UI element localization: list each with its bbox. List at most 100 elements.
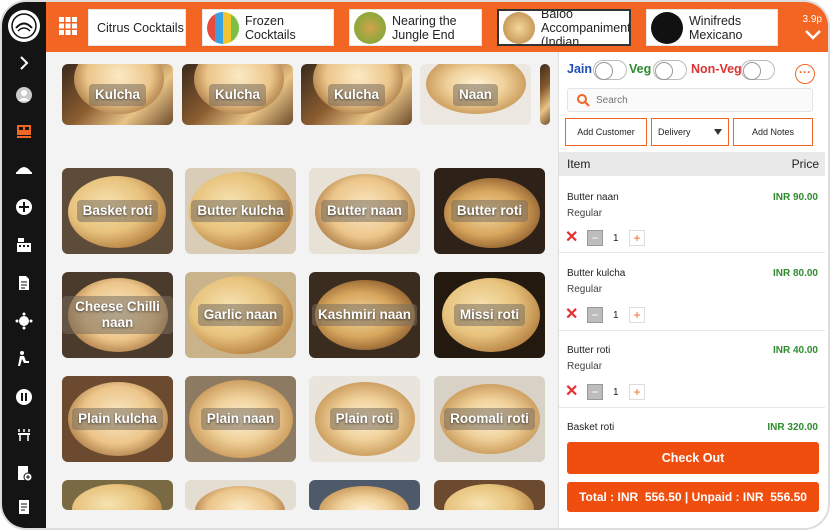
category-bar: Citrus Cocktails Frozen Cocktails Nearin… [46,2,828,52]
pause-icon[interactable] [10,384,38,410]
category-tab[interactable]: Frozen Cocktails [202,9,334,46]
cart-item-name: Basket roti [567,422,615,433]
more-options-icon[interactable]: ··· [795,64,815,84]
dining-icon[interactable] [10,422,38,448]
user-icon[interactable] [10,82,38,108]
checkout-button[interactable]: Check Out [567,442,819,474]
product-tile[interactable] [62,480,173,510]
add-notes-button[interactable]: Add Notes [733,118,813,146]
divider [559,252,825,253]
category-tab[interactable]: Citrus Cocktails [88,9,186,46]
version-label: 3.9p [802,14,822,25]
logo [8,10,40,42]
category-tab[interactable]: Winifreds Mexicano [646,9,778,46]
product-tile[interactable]: Missi roti [434,272,545,358]
product-image [72,484,162,510]
grid-menu-icon[interactable] [54,12,82,40]
product-image [444,484,534,510]
add-customer-button[interactable]: Add Customer [565,118,647,146]
product-tile[interactable]: Butter roti [434,168,545,254]
remove-item-icon[interactable]: ✕ [565,307,579,323]
receipt-icon[interactable] [10,494,38,520]
divider [559,330,825,331]
product-tile[interactable]: Plain roti [309,376,420,462]
total-bar[interactable]: Total : INR 556.50 | Unpaid : INR 556.50 [567,482,819,512]
checkout-label: Check Out [661,451,725,465]
increase-qty-button[interactable]: + [629,307,645,323]
delivery-label: Delivery [658,127,691,137]
cart-item-qty: 1 [613,233,619,244]
cash-register-icon[interactable] [10,232,38,258]
cart-item-price: INR 40.00 [772,345,818,356]
jain-toggle[interactable] [593,60,627,80]
product-tile[interactable] [185,480,296,510]
increase-qty-button[interactable]: + [629,384,645,400]
decrease-qty-button[interactable]: − [587,307,603,323]
decrease-qty-button[interactable]: − [587,230,603,246]
delivery-icon[interactable] [10,346,38,372]
app-frame: Citrus Cocktails Frozen Cocktails Nearin… [0,0,830,530]
remove-item-icon[interactable]: ✕ [565,384,579,400]
cart-item-qty: 1 [613,387,619,398]
category-thumb [503,11,535,44]
product-tile[interactable]: Kashmiri naan [309,272,420,358]
product-tile[interactable]: Butter kulcha [185,168,296,254]
product-image [195,486,285,510]
product-tile[interactable]: Kulcha [301,64,412,125]
cart-item-name: Butter roti [567,345,611,356]
delivery-dropdown[interactable]: Delivery [651,118,729,146]
increase-qty-button[interactable]: + [629,230,645,246]
chevron-down-icon[interactable] [804,28,822,42]
cart-item-variant: Regular [567,284,603,295]
product-label: Plain roti [329,408,400,430]
chevron-right-icon[interactable] [10,50,38,76]
item-column-header: Item [567,157,591,171]
nonveg-filter-label: Non-Veg [691,62,742,76]
pos-icon[interactable] [10,118,38,144]
product-label: Naan [452,83,498,106]
product-label: Kulcha [208,83,266,106]
product-label: Kashmiri naan [311,304,418,326]
search-box[interactable] [567,88,813,112]
product-tile[interactable]: Basket roti [62,168,173,254]
product-tile[interactable]: Butter naan [309,168,420,254]
product-tile[interactable]: Roomali roti [434,376,545,462]
category-label: Nearing the Jungle End [392,13,457,42]
product-tile[interactable] [540,64,550,125]
sidebar [2,2,46,528]
cart-item-name: Butter naan [567,192,619,203]
cart-item-price: INR 80.00 [772,268,818,279]
decrease-qty-button[interactable]: − [587,384,603,400]
product-label: Butter roti [450,200,529,222]
dish-icon[interactable] [10,156,38,182]
cart-item-price: INR 90.00 [772,192,818,203]
veg-toggle[interactable] [653,60,687,80]
product-tile[interactable]: Plain kulcha [62,376,173,462]
table-icon[interactable] [10,308,38,334]
product-tile[interactable]: Kulcha [182,64,293,125]
add-bill-icon[interactable] [10,460,38,486]
remove-item-icon[interactable]: ✕ [565,230,579,246]
product-tile[interactable]: Kulcha [62,64,173,125]
product-tile[interactable]: Garlic naan [185,272,296,358]
report-icon[interactable] [10,270,38,296]
product-tile[interactable]: Naan [420,64,531,125]
product-tile[interactable] [434,480,545,510]
product-tile[interactable] [309,480,420,510]
category-tab[interactable]: Nearing the Jungle End [349,9,482,46]
product-label: Roomali roti [444,408,535,430]
product-label: Kulcha [88,83,146,106]
category-label: Frozen Cocktails [245,13,296,42]
category-tab-active[interactable]: Baloo Accompaniments (Indian [497,9,631,46]
product-label: Kulcha [327,83,385,106]
add-icon[interactable] [10,194,38,220]
nonveg-toggle[interactable] [741,60,775,80]
search-input[interactable] [596,94,796,106]
category-thumb [651,11,683,44]
category-label: Citrus Cocktails [97,20,184,35]
product-label: Basket roti [76,200,159,222]
cart-item-name: Butter kulcha [567,268,626,279]
product-tile[interactable]: Cheese Chilli naan [62,272,173,358]
product-label: Butter kulcha [191,200,290,222]
product-tile[interactable]: Plain naan [185,376,296,462]
